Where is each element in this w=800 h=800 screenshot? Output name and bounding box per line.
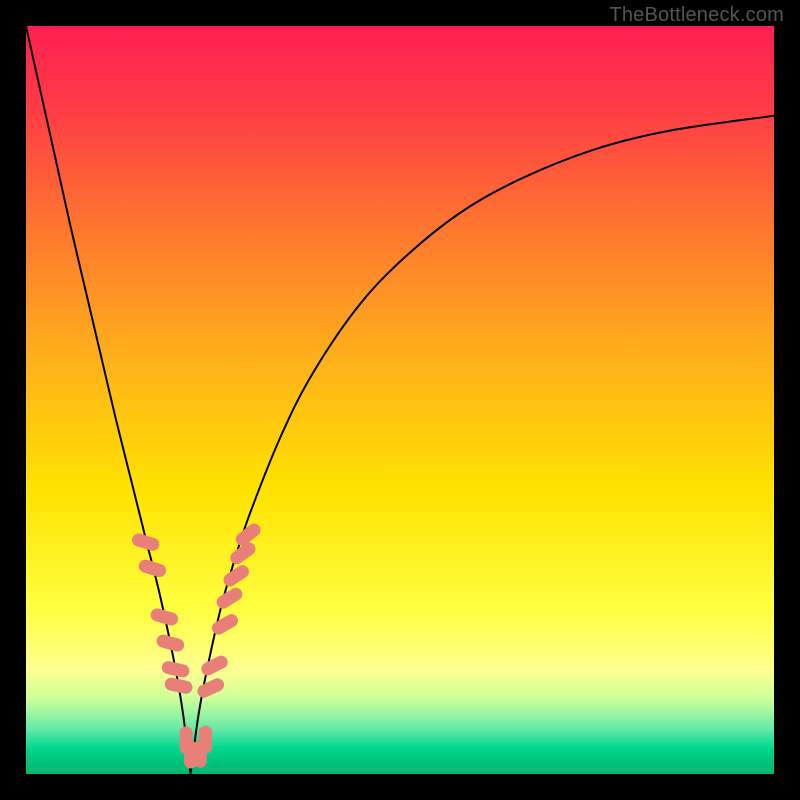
watermark-text: TheBottleneck.com — [609, 4, 784, 27]
bottleneck-chart — [26, 26, 774, 774]
marker-dash — [199, 726, 212, 754]
plot-area — [26, 26, 774, 774]
chart-frame: TheBottleneck.com — [0, 0, 800, 800]
gradient-background — [26, 26, 774, 774]
